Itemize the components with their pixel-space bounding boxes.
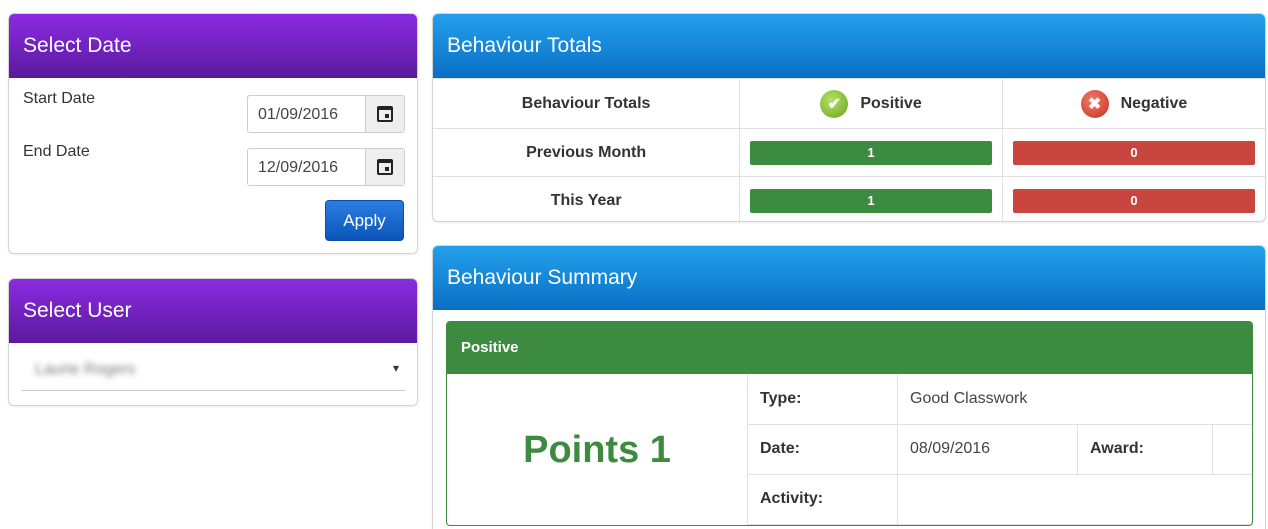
start-date-label: Start Date bbox=[23, 90, 96, 107]
start-date-value: 01/09/2016 bbox=[258, 106, 339, 123]
behaviour-totals-title: Behaviour Totals bbox=[433, 14, 1265, 78]
negative-header: ✖ Negative bbox=[1001, 78, 1265, 129]
date-label: Date: bbox=[747, 424, 898, 475]
row-label: Previous Month bbox=[433, 128, 740, 177]
behaviour-totals-table: Behaviour Totals ✔ Positive ✖ Negative P… bbox=[433, 78, 1265, 221]
table-row: Type: Good Classwork bbox=[747, 374, 1252, 425]
award-label: Award: bbox=[1077, 424, 1213, 475]
calendar-icon bbox=[377, 106, 393, 122]
select-date-panel: Select Date Start Date 01/09/2016 End Da… bbox=[8, 13, 418, 254]
end-date-value: 12/09/2016 bbox=[258, 159, 339, 176]
start-date-row: Start Date 01/09/2016 bbox=[21, 90, 405, 134]
x-circle-icon: ✖ bbox=[1080, 89, 1109, 118]
type-value: Good Classwork bbox=[897, 374, 1252, 425]
activity-value bbox=[897, 474, 1252, 525]
select-date-title: Select Date bbox=[9, 14, 417, 78]
negative-count-bar: 0 bbox=[1012, 140, 1255, 165]
totals-column-label: Behaviour Totals bbox=[433, 78, 740, 129]
card-title: Positive bbox=[447, 322, 1252, 374]
table-row: Previous Month 1 0 bbox=[433, 128, 1265, 177]
table-row: Date: 08/09/2016 Award: bbox=[747, 424, 1252, 475]
start-date-input[interactable]: 01/09/2016 bbox=[247, 95, 405, 133]
summary-detail-table: Type: Good Classwork Date: 08/09/2016 Aw… bbox=[747, 374, 1252, 525]
select-user-title: Select User bbox=[9, 279, 417, 343]
calendar-icon bbox=[377, 159, 393, 175]
check-circle-icon: ✔ bbox=[820, 89, 849, 118]
end-date-label: End Date bbox=[23, 143, 90, 160]
positive-count-bar: 1 bbox=[750, 188, 992, 213]
positive-header: ✔ Positive bbox=[739, 78, 1003, 129]
activity-label: Activity: bbox=[747, 474, 898, 525]
positive-summary-card: Positive Points 1 Type: Good Classwork D… bbox=[446, 321, 1253, 526]
totals-header-row: Behaviour Totals ✔ Positive ✖ Negative bbox=[433, 78, 1265, 129]
behaviour-summary-title: Behaviour Summary bbox=[433, 246, 1265, 310]
positive-count-bar: 1 bbox=[750, 140, 992, 165]
type-label: Type: bbox=[747, 374, 898, 425]
apply-button[interactable]: Apply bbox=[325, 200, 404, 241]
positive-label: Positive bbox=[860, 94, 922, 112]
date-value: 08/09/2016 bbox=[897, 424, 1078, 475]
points-value: Points 1 bbox=[523, 429, 671, 471]
end-date-calendar-button[interactable] bbox=[365, 149, 404, 185]
row-label: This Year bbox=[433, 176, 740, 221]
award-value bbox=[1212, 424, 1252, 475]
select-user-panel: Select User Laurie Rogers ▾ bbox=[8, 278, 418, 406]
behaviour-summary-panel: Behaviour Summary Positive Points 1 Type… bbox=[432, 245, 1266, 529]
end-date-input[interactable]: 12/09/2016 bbox=[247, 148, 405, 186]
end-date-row: End Date 12/09/2016 bbox=[21, 143, 405, 187]
start-date-calendar-button[interactable] bbox=[365, 96, 404, 132]
table-row: This Year 1 0 bbox=[433, 176, 1265, 221]
table-row: Activity: bbox=[747, 474, 1252, 525]
behaviour-totals-panel: Behaviour Totals Behaviour Totals ✔ Posi… bbox=[432, 13, 1266, 222]
user-select-dropdown[interactable]: Laurie Rogers ▾ bbox=[21, 351, 405, 391]
chevron-down-icon: ▾ bbox=[392, 361, 399, 375]
negative-label: Negative bbox=[1120, 94, 1188, 112]
negative-count-bar: 0 bbox=[1012, 188, 1255, 213]
selected-user: Laurie Rogers bbox=[35, 361, 136, 378]
